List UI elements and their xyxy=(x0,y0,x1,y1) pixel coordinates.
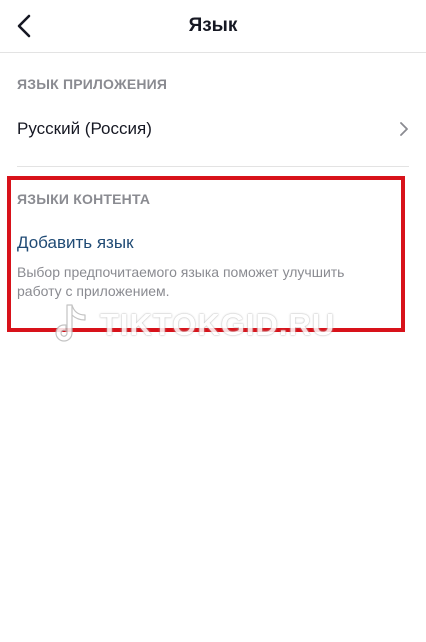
app-language-section-title: ЯЗЫК ПРИЛОЖЕНИЯ xyxy=(17,76,168,92)
add-language-link[interactable]: Добавить язык xyxy=(17,233,134,253)
language-settings-screen: Язык ЯЗЫК ПРИЛОЖЕНИЯ Русский (Россия) ЯЗ… xyxy=(0,0,426,642)
content-language-hint: Выбор предпочитаемого языка поможет улуч… xyxy=(17,264,345,299)
content-language-section-title: ЯЗЫКИ КОНТЕНТА xyxy=(17,191,151,207)
app-language-row[interactable]: Русский (Россия) xyxy=(0,104,426,154)
top-bar: Язык xyxy=(0,0,426,53)
music-note-logo-icon xyxy=(55,304,86,342)
chevron-right-icon xyxy=(400,122,408,136)
app-language-value: Русский (Россия) xyxy=(17,119,152,138)
section-divider xyxy=(17,166,409,167)
page-title: Язык xyxy=(188,15,238,36)
watermark: TIKTOKGID.RU xyxy=(50,300,335,350)
watermark-text: TIKTOKGID.RU xyxy=(100,307,336,342)
